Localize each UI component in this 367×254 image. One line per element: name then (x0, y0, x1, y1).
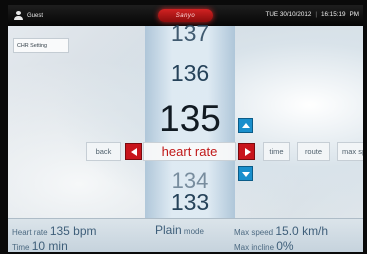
route-button[interactable]: route (297, 142, 330, 161)
user-name: Guest (27, 12, 44, 19)
datetime: TUE 30/10/2012 | 16:15:19 PM (266, 11, 359, 18)
max-incline-label: Max incline (234, 243, 275, 252)
max-speed-button[interactable]: max speed (337, 142, 363, 161)
time-value: 10 min (31, 239, 68, 252)
brand-text: Sanyo (175, 12, 196, 19)
time-info: Time 10 min (12, 239, 68, 252)
info-bar: Heart rate 135 bpm Time 10 min Plain mod… (8, 218, 363, 252)
wheel-selected-value[interactable]: 135 (145, 98, 235, 140)
back-button[interactable]: back (86, 142, 121, 161)
heart-rate-value: 135 bpm (49, 224, 97, 238)
parameter-selector: back heart rate time route max speed (8, 142, 363, 162)
arrow-up-icon[interactable] (238, 118, 253, 133)
max-speed-info: Max speed 15.0 km/h (234, 224, 328, 238)
datetime-separator: | (315, 11, 318, 18)
selected-parameter[interactable]: heart rate (143, 142, 236, 161)
arrow-right-icon[interactable] (238, 143, 255, 160)
wheel-value[interactable]: 133 (145, 189, 235, 216)
tab-chr-setting-label: CHR Setting (17, 42, 47, 49)
arrow-left-icon[interactable] (125, 143, 142, 160)
time-button[interactable]: time (263, 142, 290, 161)
heart-rate-label: Heart rate (12, 228, 48, 237)
max-incline-info: Max incline 0% (234, 239, 294, 252)
clock-time: 16:15:19 (321, 11, 346, 18)
mode-value: Plain (155, 223, 182, 237)
mode-info: Plain mode (155, 223, 204, 237)
user-indicator[interactable]: Guest (14, 11, 43, 20)
wheel-value[interactable]: 136 (145, 60, 235, 87)
max-incline-value: 0% (276, 239, 294, 252)
wheel-value[interactable]: 137 (145, 20, 235, 47)
time-label: Time (12, 243, 30, 252)
date: TUE 30/10/2012 (265, 11, 312, 18)
clock-ampm: PM (349, 11, 359, 18)
max-speed-label: Max speed (234, 228, 274, 237)
mode-label: mode (183, 227, 204, 236)
person-icon (14, 11, 23, 20)
value-wheel[interactable]: 137 136 135 134 133 (145, 20, 235, 223)
tab-chr-setting[interactable]: CHR Setting (13, 38, 69, 53)
arrow-down-icon[interactable] (238, 166, 253, 181)
max-speed-value: 15.0 km/h (275, 224, 329, 238)
screen: Guest Sanyo TUE 30/10/2012 | 16:15:19 PM… (8, 5, 363, 252)
heart-rate-info: Heart rate 135 bpm (12, 224, 97, 238)
